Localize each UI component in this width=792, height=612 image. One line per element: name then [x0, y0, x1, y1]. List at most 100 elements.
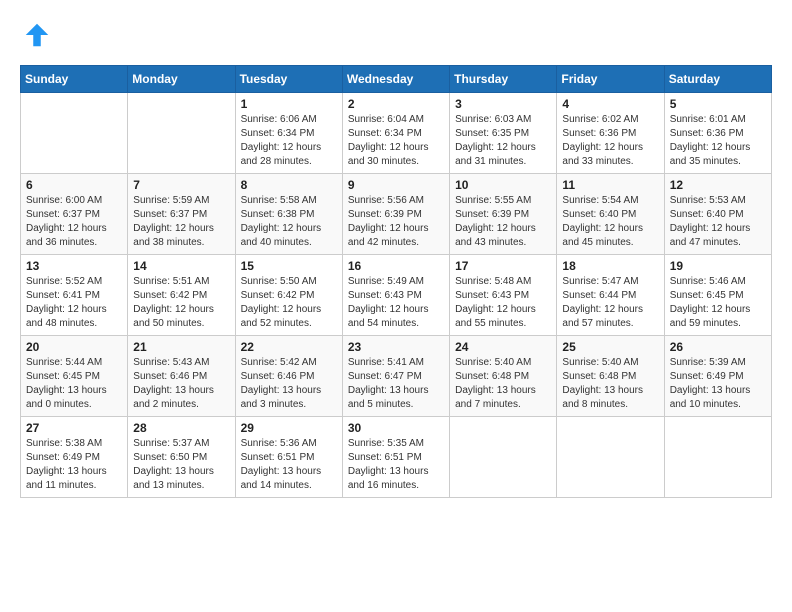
- calendar-cell: [450, 417, 557, 498]
- week-row-4: 20Sunrise: 5:44 AMSunset: 6:45 PMDayligh…: [21, 336, 772, 417]
- calendar-cell: 17Sunrise: 5:48 AMSunset: 6:43 PMDayligh…: [450, 255, 557, 336]
- day-info: Sunrise: 5:35 AMSunset: 6:51 PMDaylight:…: [348, 437, 444, 493]
- day-number: 1: [241, 97, 337, 111]
- calendar-cell: 16 Sunrise: 5:49 AMSunset: 6:43 PMDayligh…: [342, 255, 449, 336]
- calendar-cell: 5Sunrise: 6:01 AMSunset: 6:36 PMDaylight…: [664, 93, 771, 174]
- day-info: Sunrise: 5:38 AMSunset: 6:49 PMDaylight:…: [26, 437, 122, 493]
- day-number: 30: [348, 421, 444, 435]
- day-info: Sunrise: 5:36 AMSunset: 6:51 PMDaylight:…: [241, 437, 337, 493]
- day-info: Sunrise: 5:43 AMSunset: 6:46 PMDaylight:…: [133, 356, 229, 412]
- day-info: Sunrise: 5:52 AMSunset: 6:41 PMDaylight:…: [26, 275, 122, 331]
- week-row-5: 27 Sunrise: 5:38 AMSunset: 6:49 PMDayligh…: [21, 417, 772, 498]
- day-info: Sunrise: 5:55 AMSunset: 6:39 PMDaylight:…: [455, 194, 551, 250]
- day-info: Sunrise: 5:56 AMSunset: 6:39 PMDaylight:…: [348, 194, 444, 250]
- day-number: 7: [133, 178, 229, 192]
- day-number: 22: [241, 340, 337, 354]
- day-number: 3: [455, 97, 551, 111]
- day-number: 25: [562, 340, 658, 354]
- day-number: 11: [562, 178, 658, 192]
- week-row-3: 13 Sunrise: 5:52 AMSunset: 6:41 PMDayligh…: [21, 255, 772, 336]
- day-number: 2: [348, 97, 444, 111]
- calendar-cell: 18 Sunrise: 5:47 AMSunset: 6:44 PMDayligh…: [557, 255, 664, 336]
- day-number: 6: [26, 178, 122, 192]
- day-info: Sunrise: 6:00 AMSunset: 6:37 PMDaylight:…: [26, 194, 122, 250]
- day-number: 26: [670, 340, 766, 354]
- weekday-friday: Friday: [557, 66, 664, 93]
- day-number: 23: [348, 340, 444, 354]
- day-info: Sunrise: 6:04 AMSunset: 6:34 PMDaylight:…: [348, 113, 444, 169]
- day-info: Sunrise: 5:50 AMSunset: 6:42 PMDaylight:…: [241, 275, 337, 331]
- calendar-cell: 26 Sunrise: 5:39 AMSunset: 6:49 PMDayligh…: [664, 336, 771, 417]
- day-number: 18: [562, 259, 658, 273]
- day-number: 12: [670, 178, 766, 192]
- day-number: 15: [241, 259, 337, 273]
- calendar-cell: 9 Sunrise: 5:56 AMSunset: 6:39 PMDaylight…: [342, 174, 449, 255]
- logo-icon: [22, 20, 52, 50]
- weekday-sunday: Sunday: [21, 66, 128, 93]
- day-number: 8: [241, 178, 337, 192]
- day-info: Sunrise: 5:49 AMSunset: 6:43 PMDaylight:…: [348, 275, 444, 331]
- calendar-cell: 29 Sunrise: 5:36 AMSunset: 6:51 PMDayligh…: [235, 417, 342, 498]
- calendar-cell: 4 Sunrise: 6:02 AMSunset: 6:36 PMDaylight…: [557, 93, 664, 174]
- day-number: 19: [670, 259, 766, 273]
- calendar-cell: 8 Sunrise: 5:58 AMSunset: 6:38 PMDaylight…: [235, 174, 342, 255]
- day-info: Sunrise: 5:39 AMSunset: 6:49 PMDaylight:…: [670, 356, 766, 412]
- day-info: Sunrise: 5:47 AMSunset: 6:44 PMDaylight:…: [562, 275, 658, 331]
- day-info: Sunrise: 5:51 AMSunset: 6:42 PMDaylight:…: [133, 275, 229, 331]
- calendar-cell: 3 Sunrise: 6:03 AMSunset: 6:35 PMDaylight…: [450, 93, 557, 174]
- calendar-cell: 15 Sunrise: 5:50 AMSunset: 6:42 PMDayligh…: [235, 255, 342, 336]
- day-info: Sunrise: 6:01 AMSunset: 6:36 PMDaylight:…: [670, 113, 766, 169]
- week-row-1: 1 Sunrise: 6:06 AMSunset: 6:34 PMDaylight…: [21, 93, 772, 174]
- weekday-thursday: Thursday: [450, 66, 557, 93]
- day-number: 13: [26, 259, 122, 273]
- calendar-cell: [557, 417, 664, 498]
- day-number: 4: [562, 97, 658, 111]
- calendar-cell: 6 Sunrise: 6:00 AMSunset: 6:37 PMDaylight…: [21, 174, 128, 255]
- weekday-header-row: SundayMondayTuesdayWednesdayThursdayFrid…: [21, 66, 772, 93]
- day-info: Sunrise: 6:02 AMSunset: 6:36 PMDaylight:…: [562, 113, 658, 169]
- day-number: 28: [133, 421, 229, 435]
- day-info: Sunrise: 5:53 AMSunset: 6:40 PMDaylight:…: [670, 194, 766, 250]
- calendar-cell: 20Sunrise: 5:44 AMSunset: 6:45 PMDayligh…: [21, 336, 128, 417]
- day-number: 27: [26, 421, 122, 435]
- calendar-cell: [128, 93, 235, 174]
- day-info: Sunrise: 5:41 AMSunset: 6:47 PMDaylight:…: [348, 356, 444, 412]
- day-number: 14: [133, 259, 229, 273]
- calendar-cell: 14 Sunrise: 5:51 AMSunset: 6:42 PMDayligh…: [128, 255, 235, 336]
- weekday-saturday: Saturday: [664, 66, 771, 93]
- calendar-cell: 19 Sunrise: 5:46 AMSunset: 6:45 PMDayligh…: [664, 255, 771, 336]
- calendar-cell: [21, 93, 128, 174]
- calendar-cell: 28Sunrise: 5:37 AMSunset: 6:50 PMDayligh…: [128, 417, 235, 498]
- day-info: Sunrise: 5:54 AMSunset: 6:40 PMDaylight:…: [562, 194, 658, 250]
- day-number: 24: [455, 340, 551, 354]
- day-info: Sunrise: 5:40 AMSunset: 6:48 PMDaylight:…: [562, 356, 658, 412]
- day-number: 9: [348, 178, 444, 192]
- day-info: Sunrise: 5:44 AMSunset: 6:45 PMDaylight:…: [26, 356, 122, 412]
- calendar-cell: 24Sunrise: 5:40 AMSunset: 6:48 PMDayligh…: [450, 336, 557, 417]
- weekday-wednesday: Wednesday: [342, 66, 449, 93]
- day-number: 10: [455, 178, 551, 192]
- calendar-cell: 23 Sunrise: 5:41 AMSunset: 6:47 PMDayligh…: [342, 336, 449, 417]
- day-number: 16: [348, 259, 444, 273]
- calendar-table: SundayMondayTuesdayWednesdayThursdayFrid…: [20, 65, 772, 498]
- day-info: Sunrise: 6:06 AMSunset: 6:34 PMDaylight:…: [241, 113, 337, 169]
- day-info: Sunrise: 5:59 AMSunset: 6:37 PMDaylight:…: [133, 194, 229, 250]
- day-number: 29: [241, 421, 337, 435]
- day-info: Sunrise: 5:42 AMSunset: 6:46 PMDaylight:…: [241, 356, 337, 412]
- logo: [20, 20, 52, 50]
- calendar-body: 1 Sunrise: 6:06 AMSunset: 6:34 PMDaylight…: [21, 93, 772, 498]
- calendar-cell: 22 Sunrise: 5:42 AMSunset: 6:46 PMDayligh…: [235, 336, 342, 417]
- calendar-cell: 25 Sunrise: 5:40 AMSunset: 6:48 PMDayligh…: [557, 336, 664, 417]
- day-info: Sunrise: 5:58 AMSunset: 6:38 PMDaylight:…: [241, 194, 337, 250]
- calendar-cell: 21Sunrise: 5:43 AMSunset: 6:46 PMDayligh…: [128, 336, 235, 417]
- calendar-cell: 13 Sunrise: 5:52 AMSunset: 6:41 PMDayligh…: [21, 255, 128, 336]
- calendar-cell: 10 Sunrise: 5:55 AMSunset: 6:39 PMDayligh…: [450, 174, 557, 255]
- calendar-cell: 11 Sunrise: 5:54 AMSunset: 6:40 PMDayligh…: [557, 174, 664, 255]
- day-info: Sunrise: 5:46 AMSunset: 6:45 PMDaylight:…: [670, 275, 766, 331]
- calendar-cell: [664, 417, 771, 498]
- calendar-cell: 27 Sunrise: 5:38 AMSunset: 6:49 PMDayligh…: [21, 417, 128, 498]
- day-info: Sunrise: 6:03 AMSunset: 6:35 PMDaylight:…: [455, 113, 551, 169]
- calendar-cell: 1 Sunrise: 6:06 AMSunset: 6:34 PMDaylight…: [235, 93, 342, 174]
- day-number: 17: [455, 259, 551, 273]
- page-header: [20, 20, 772, 50]
